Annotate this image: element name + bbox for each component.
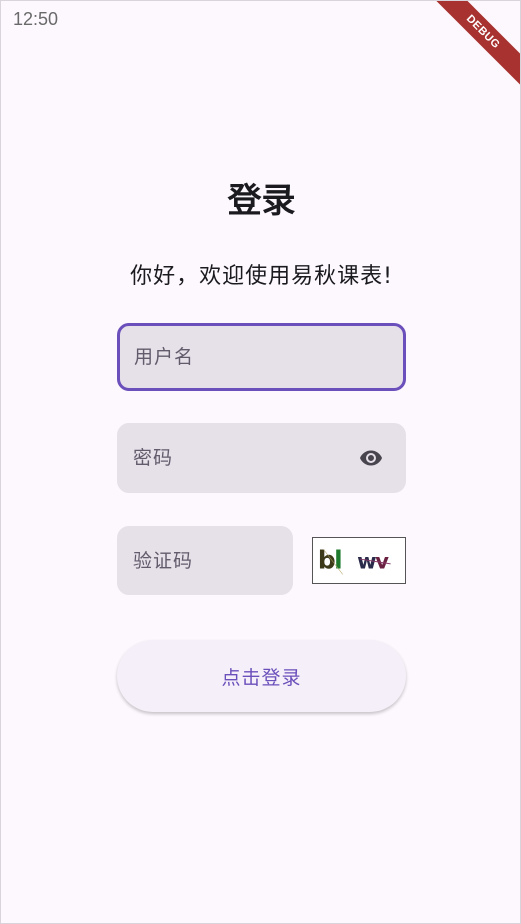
svg-text:v: v: [375, 549, 389, 574]
captcha-field[interactable]: [117, 526, 293, 595]
captcha-image[interactable]: b l w v: [312, 537, 406, 584]
status-bar-time: 12:50: [13, 9, 59, 29]
eye-icon[interactable]: [358, 446, 384, 470]
debug-banner: DEBUG: [422, 1, 520, 93]
welcome-text: 你好，欢迎使用易秋课表!: [130, 264, 393, 289]
login-screen: 12:50 DEBUG 登录 你好，欢迎使用易秋课表! b l w v 点击登录: [0, 0, 521, 924]
captcha-input[interactable]: [117, 526, 293, 595]
svg-text:l: l: [334, 546, 343, 575]
username-input[interactable]: [120, 326, 403, 388]
username-field[interactable]: [117, 323, 406, 391]
login-button[interactable]: 点击登录: [117, 640, 406, 712]
svg-text:b: b: [318, 546, 336, 575]
page-title: 登录: [227, 181, 296, 221]
password-field[interactable]: [117, 423, 406, 493]
